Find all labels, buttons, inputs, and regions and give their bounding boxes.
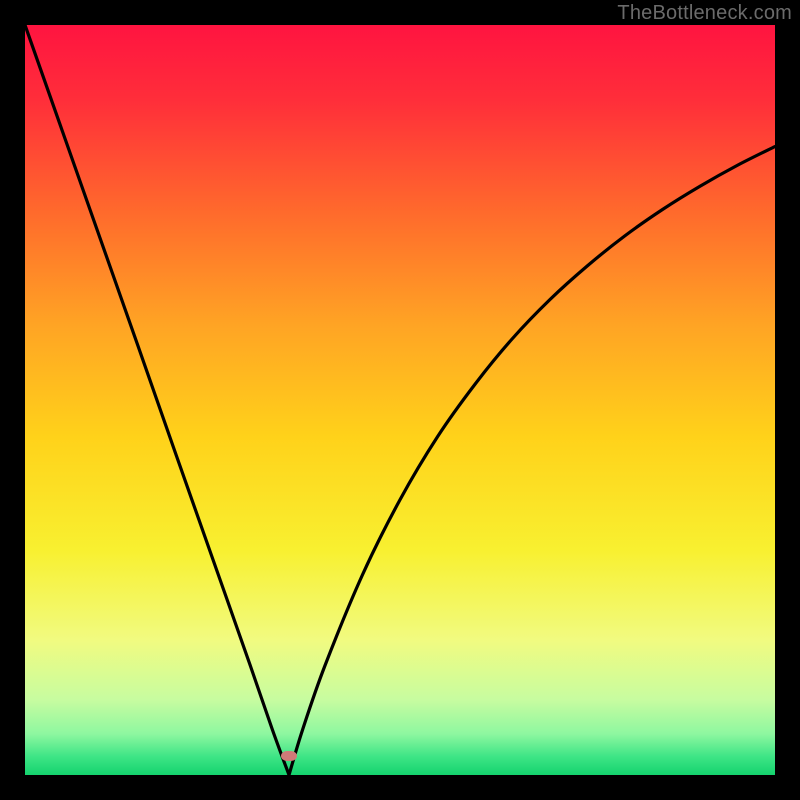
minimum-marker-icon (281, 751, 297, 761)
chart-svg (25, 25, 775, 775)
chart-frame: TheBottleneck.com (0, 0, 800, 800)
plot-area (25, 25, 775, 775)
watermark-text: TheBottleneck.com (617, 2, 792, 25)
bottleneck-curve (25, 25, 775, 775)
gradient-background (25, 25, 775, 775)
